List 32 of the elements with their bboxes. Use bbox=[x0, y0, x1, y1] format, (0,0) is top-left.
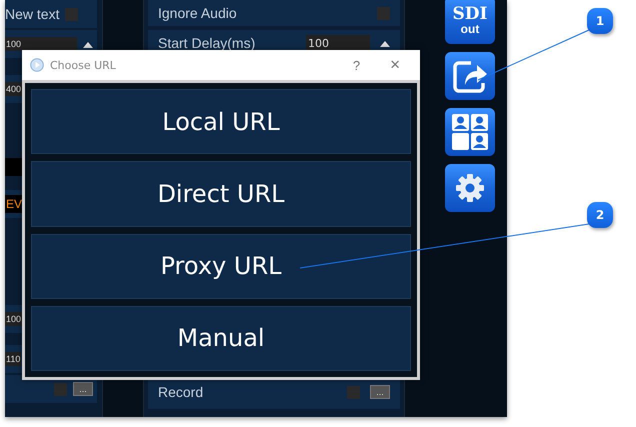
number-field[interactable]: 100 bbox=[306, 34, 370, 52]
option-button[interactable]: Manual bbox=[31, 306, 411, 371]
callout-marker: 1 bbox=[587, 8, 613, 34]
number-field[interactable]: 100 bbox=[5, 37, 77, 51]
settings-icon bbox=[454, 172, 486, 204]
layout-button[interactable] bbox=[445, 108, 495, 156]
option-button[interactable]: Local URL bbox=[31, 89, 411, 154]
setting-label: Ignore Audio bbox=[158, 5, 237, 21]
window-title: Choose URL bbox=[50, 58, 116, 72]
setting-label: Start Delay(ms) bbox=[158, 35, 256, 51]
option-button[interactable]: Proxy URL bbox=[31, 234, 411, 299]
play-icon bbox=[30, 58, 44, 72]
checkbox[interactable] bbox=[54, 382, 67, 396]
number-field[interactable]: 110 bbox=[5, 352, 22, 366]
close-button[interactable]: × bbox=[378, 55, 412, 75]
people-grid-icon bbox=[451, 113, 489, 151]
label: New text bbox=[5, 6, 60, 22]
checkbox[interactable] bbox=[347, 386, 360, 398]
number-field[interactable]: 400 bbox=[5, 82, 22, 96]
checkbox[interactable] bbox=[377, 6, 390, 20]
share-button[interactable] bbox=[445, 52, 495, 100]
help-button[interactable]: ? bbox=[340, 58, 372, 72]
warning-label: EV bbox=[5, 195, 24, 213]
number-field[interactable]: 100 bbox=[5, 312, 22, 326]
setting-label: Record bbox=[158, 384, 204, 400]
sdi-out-button[interactable]: SDI out bbox=[445, 0, 495, 44]
checkbox[interactable] bbox=[65, 8, 78, 20]
browse-button[interactable]: ... bbox=[73, 382, 93, 396]
callout-marker: 2 bbox=[587, 202, 613, 228]
settings-button[interactable] bbox=[445, 164, 495, 212]
option-button[interactable]: Direct URL bbox=[31, 161, 411, 226]
browse-button[interactable]: ... bbox=[370, 385, 390, 399]
